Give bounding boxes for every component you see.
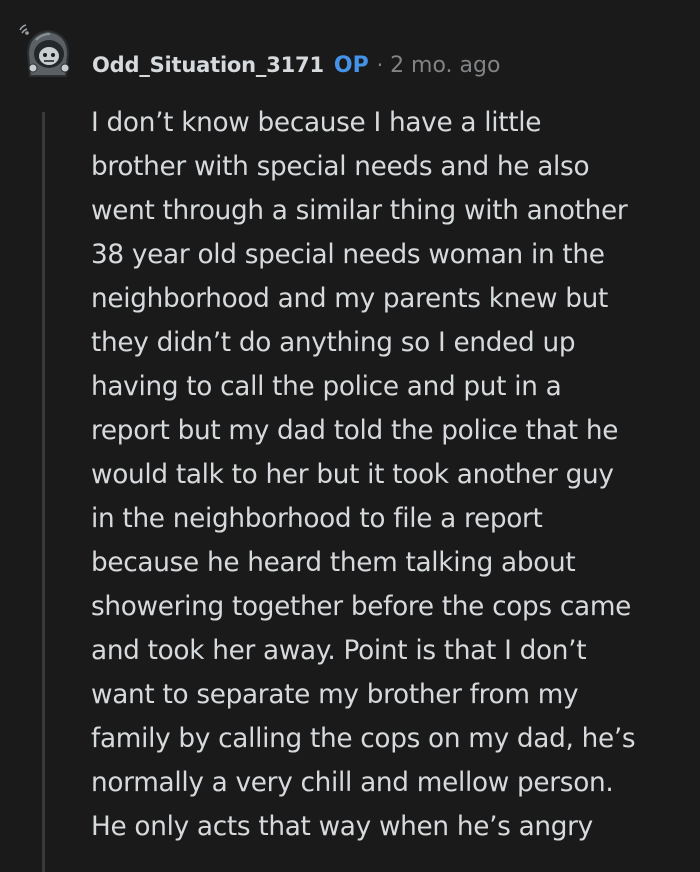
comment: Odd_Situation_3171 OP · 2 mo. ago I don’… [0,0,700,872]
comment-body-line: brother with special needs and he also [91,152,590,182]
comment-body-line: 38 year old special needs woman in the [91,240,605,270]
comment-body-line: family by calling the cops on my dad, he… [91,724,636,754]
thread-line[interactable] [42,112,45,872]
author-link[interactable]: Odd_Situation_3171 [92,53,324,77]
comment-body-line: showering together before the cops came [91,592,632,622]
comment-body-line: in the neighborhood to file a report [91,504,543,534]
snoo-avatar-icon [19,24,70,77]
comment-body-line: normally a very chill and mellow person. [91,768,614,798]
comment-body-line: neighborhood and my parents knew but [91,284,608,314]
comment-body-line: having to call the police and put in a [91,372,562,402]
comment-body-line: report but my dad told the police that h… [91,416,619,446]
meta-separator: · [376,53,384,77]
comment-body-line: I don’t know because I have a little [91,108,542,138]
comment-meta: Odd_Situation_3171 OP · 2 mo. ago [92,48,500,82]
op-badge: OP [333,52,369,78]
user-avatar-icon[interactable] [16,18,78,80]
comment-body-line: would talk to her but it took another gu… [91,460,614,490]
comment-body-line: because he heard them talking about [91,548,576,578]
comment-body-line: they didn’t do anything so I ended up [91,328,576,358]
comment-body-line: want to separate my brother from my [91,680,579,710]
comment-body: I don’t know because I have a little bro… [91,101,695,849]
comment-body-line: went through a similar thing with anothe… [91,196,628,226]
comment-timestamp[interactable]: 2 mo. ago [390,53,500,78]
comment-body-line: He only acts that way when he’s angry [91,812,593,842]
comment-body-line: and took her away. Point is that I don’t [91,636,587,666]
